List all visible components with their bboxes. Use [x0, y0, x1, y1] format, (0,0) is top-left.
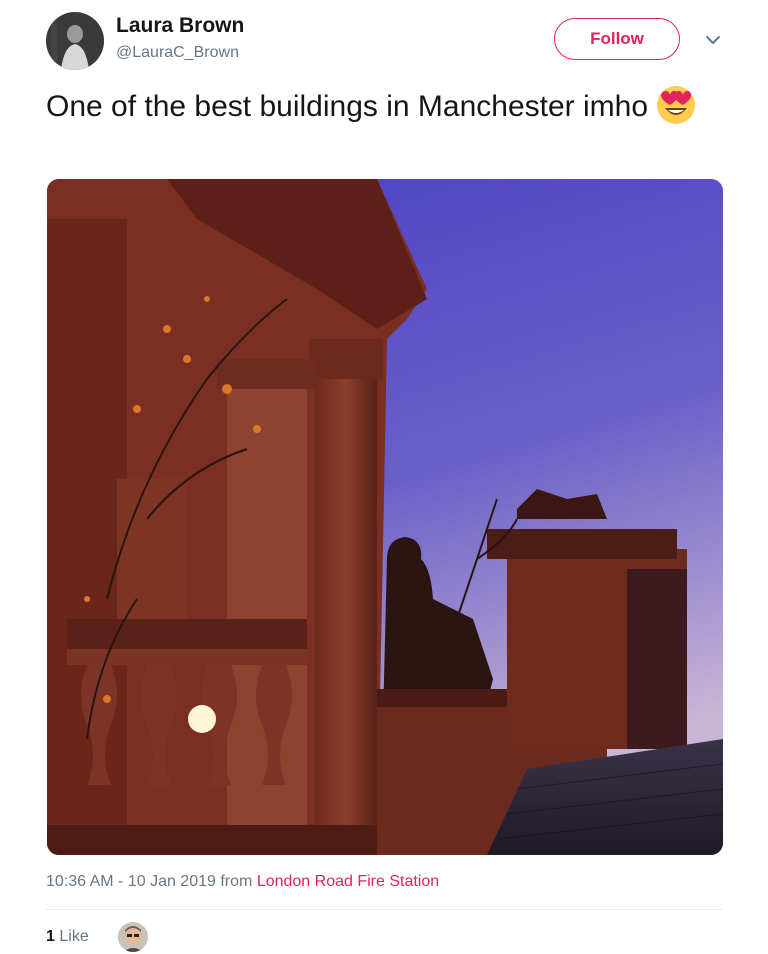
- user-name[interactable]: Laura Brown: [116, 14, 244, 38]
- from-label: from: [220, 873, 253, 890]
- user-handle[interactable]: @LauraC_Brown: [116, 44, 239, 62]
- building-photo-image: [47, 179, 723, 855]
- likes-label: Like: [59, 928, 89, 945]
- location-link[interactable]: London Road Fire Station: [257, 873, 439, 890]
- user-avatar[interactable]: [46, 12, 104, 70]
- likes-stat[interactable]: 1 Like: [46, 928, 89, 946]
- tweet-meta: 10:36 AM - 10 Jan 2019 from London Road …: [46, 873, 439, 891]
- avatar-photo: [46, 12, 104, 70]
- follow-button[interactable]: Follow: [554, 18, 680, 60]
- divider: [46, 909, 722, 910]
- liker-avatar[interactable]: [118, 922, 148, 952]
- tweet-text: One of the best buildings in Manchester …: [46, 89, 649, 123]
- likes-count: 1: [46, 928, 55, 945]
- chevron-down-icon[interactable]: [703, 30, 723, 50]
- liker-avatar-image: [118, 922, 148, 952]
- tweet-timestamp[interactable]: 10:36 AM - 10 Jan 2019: [46, 873, 216, 890]
- tweet-text-container: One of the best buildings in Manchester …: [46, 86, 706, 130]
- heart-eyes-emoji-icon: [654, 82, 698, 126]
- tweet-photo[interactable]: [47, 179, 723, 855]
